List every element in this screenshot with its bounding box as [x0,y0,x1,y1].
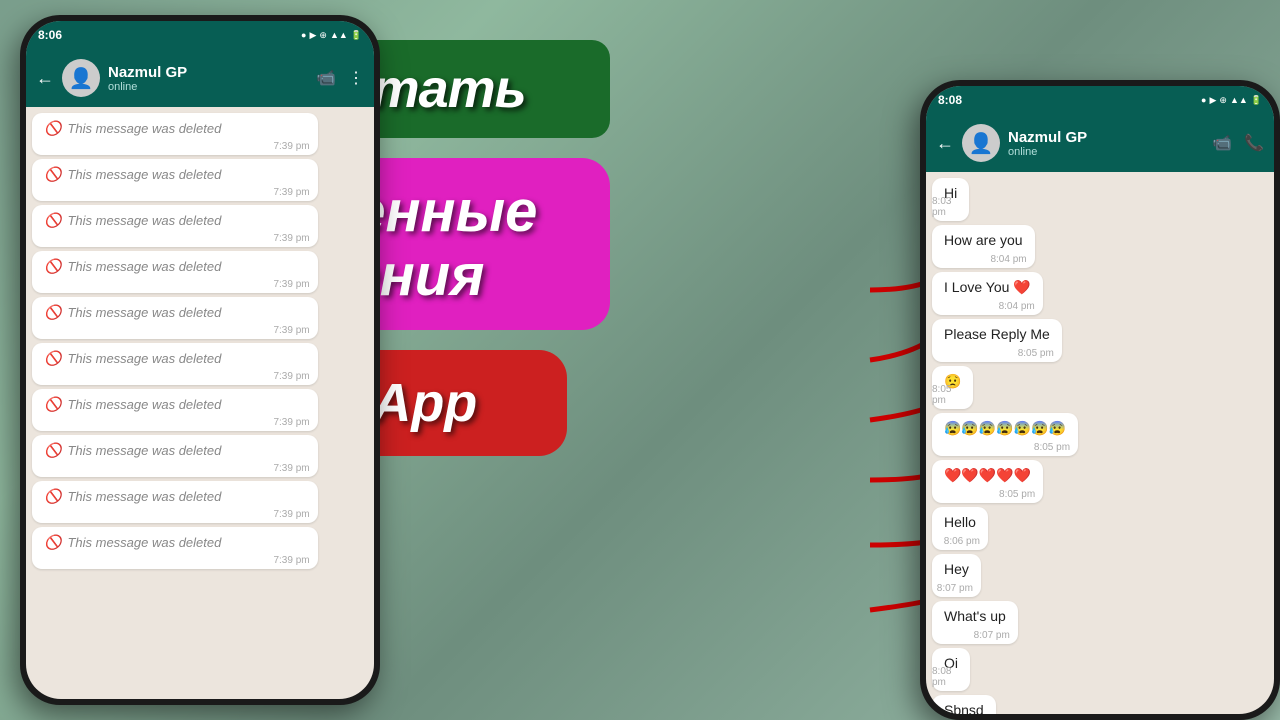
phone1-contact-name: Nazmul GP [108,64,308,81]
msg-hey: Hey 8:07 pm [932,554,981,597]
phone1-header-icons: 📹 ⋮ [316,68,364,88]
msg-hello: Hello 8:06 pm [932,507,988,550]
msg-sbnsd: Sbnsd 8:08 pm [932,695,996,714]
phone2-screen: 8:08 ● ▶ ⊕ ▲▲ 🔋 ← 👤 Nazmul GP online 📹 📞 [926,86,1274,714]
phone2-chat-header: ← 👤 Nazmul GP online 📹 📞 [926,114,1274,172]
ban-icon-7: 🚫 [44,396,61,413]
deleted-msg-10: 🚫This message was deleted 7:39 pm [32,527,318,569]
phone2-contact-status: online [1008,146,1204,158]
msg-hi: Hi 8:03 pm [932,178,969,221]
phone1-time: 8:06 [38,28,62,42]
deleted-msg-8: 🚫This message was deleted 7:39 pm [32,435,318,477]
deleted-msg-3: 🚫This message was deleted 7:39 pm [32,205,318,247]
phone2-status-bar: 8:08 ● ▶ ⊕ ▲▲ 🔋 [926,86,1274,114]
phone1-messages: 🚫This message was deleted 7:39 pm 🚫This … [26,107,374,699]
ban-icon-8: 🚫 [44,442,61,459]
ban-icon-2: 🚫 [44,166,61,183]
phone1-chat-header: ← 👤 Nazmul GP online 📹 ⋮ [26,49,374,107]
phone2-messages: Hi 8:03 pm How are you 8:04 pm I Love Yo… [926,172,1274,714]
phone1-avatar: 👤 [62,59,100,97]
phone1-more-icon[interactable]: ⋮ [348,68,364,88]
phone2-contact-name: Nazmul GP [1008,129,1204,146]
deleted-msg-2: 🚫This message was deleted 7:39 pm [32,159,318,201]
phone1-status-bar: 8:06 ● ▶ ⊕ ▲▲ 🔋 [26,21,374,49]
ban-icon-10: 🚫 [44,534,61,551]
msg-hearts: ❤️❤️❤️❤️❤️ 8:05 pm [932,460,1043,503]
phone2-status-icons: ● ▶ ⊕ ▲▲ 🔋 [1201,95,1262,106]
phone2-header-icons: 📹 📞 [1212,133,1264,153]
phone1-status-icons: ● ▶ ⊕ ▲▲ 🔋 [301,30,362,41]
phone1-contact-info: Nazmul GP online [108,64,308,93]
phone1-screen: 8:06 ● ▶ ⊕ ▲▲ 🔋 ← 👤 Nazmul GP online 📹 ⋮ [26,21,374,699]
phone2: 8:08 ● ▶ ⊕ ▲▲ 🔋 ← 👤 Nazmul GP online 📹 📞 [920,80,1280,720]
msg-how-are-you: How are you 8:04 pm [932,225,1035,268]
deleted-msg-4: 🚫This message was deleted 7:39 pm [32,251,318,293]
msg-please-reply: Please Reply Me 8:05 pm [932,319,1062,362]
phone2-call-icon[interactable]: 📞 [1244,133,1264,153]
ban-icon-9: 🚫 [44,488,61,505]
deleted-msg-5: 🚫This message was deleted 7:39 pm [32,297,318,339]
phone2-contact-info: Nazmul GP online [1008,129,1204,158]
phone1-back-button[interactable]: ← [36,68,54,89]
deleted-msg-1: 🚫This message was deleted 7:39 pm [32,113,318,155]
phone2-avatar: 👤 [962,124,1000,162]
phone1: 8:06 ● ▶ ⊕ ▲▲ 🔋 ← 👤 Nazmul GP online 📹 ⋮ [20,15,380,705]
phone1-contact-status: online [108,81,308,93]
deleted-msg-6: 🚫This message was deleted 7:39 pm [32,343,318,385]
phone1-video-icon[interactable]: 📹 [316,68,336,88]
ban-icon-3: 🚫 [44,212,61,229]
phone2-time: 8:08 [938,93,962,107]
msg-love: I Love You ❤️ 8:04 pm [932,272,1043,315]
ban-icon-4: 🚫 [44,258,61,275]
msg-emoji-sad: 😟 8:05 pm [932,366,973,409]
ban-icon-1: 🚫 [44,120,61,137]
ban-icon-5: 🚫 [44,304,61,321]
phone2-video-icon[interactable]: 📹 [1212,133,1232,153]
msg-emoji-cry: 😰😰😰😰😰😰😰 8:05 pm [932,413,1078,456]
ban-icon-6: 🚫 [44,350,61,367]
deleted-msg-7: 🚫This message was deleted 7:39 pm [32,389,318,431]
msg-whatsup: What's up 8:07 pm [932,601,1018,644]
msg-oi: Oi 8:08 pm [932,648,970,691]
deleted-msg-9: 🚫This message was deleted 7:39 pm [32,481,318,523]
phone2-back-button[interactable]: ← [936,133,954,154]
